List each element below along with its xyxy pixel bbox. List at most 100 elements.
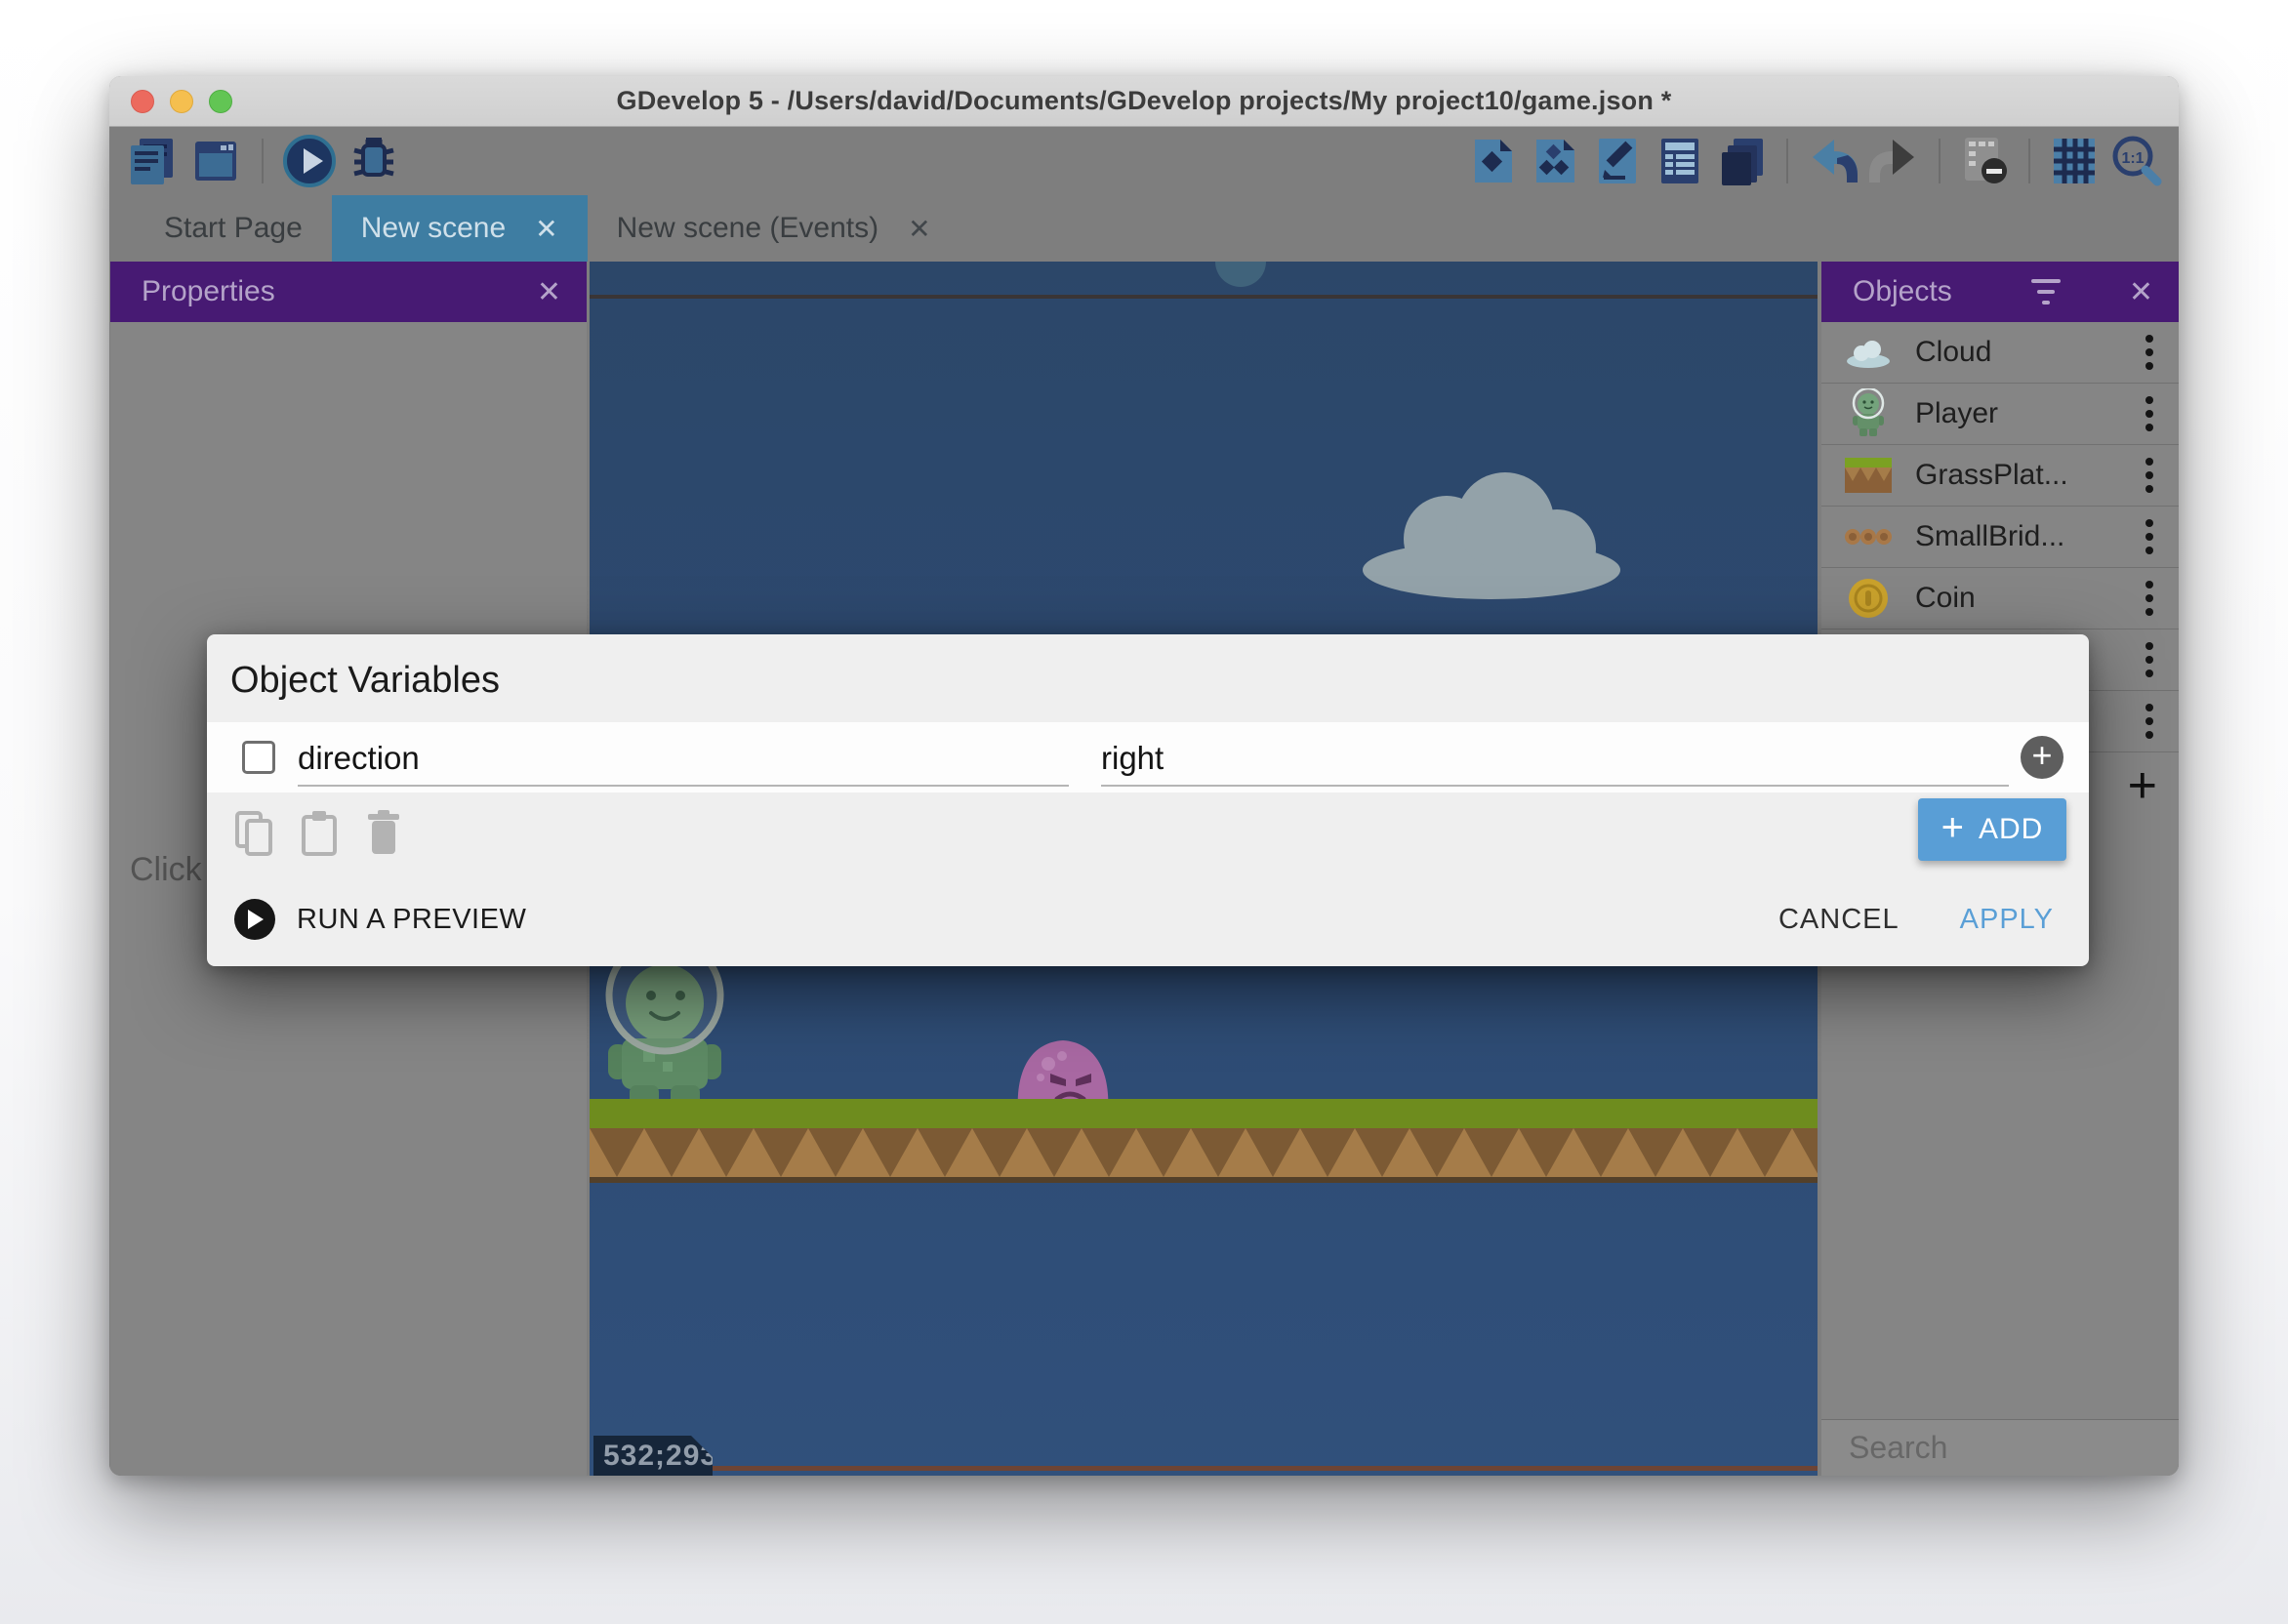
title-bar: GDevelop 5 - /Users/david/Documents/GDev… bbox=[109, 76, 2179, 127]
properties-header: Properties ✕ bbox=[110, 262, 587, 322]
object-menu-icon[interactable] bbox=[2142, 700, 2157, 743]
cursor-coordinates: 532;293 bbox=[593, 1436, 713, 1476]
cloud-object-icon bbox=[1821, 336, 1915, 369]
player-object-icon bbox=[1821, 388, 1915, 439]
scene-border-line bbox=[590, 295, 1818, 299]
toolbar-right-group: 1:1 bbox=[1464, 133, 2165, 189]
objects-title: Objects bbox=[1853, 275, 1952, 308]
small-bridge-object-icon bbox=[1821, 527, 1915, 547]
undo-icon bbox=[1805, 134, 1859, 188]
open-layers-button[interactable] bbox=[1714, 133, 1771, 189]
instances-list-icon bbox=[1654, 135, 1706, 187]
main-toolbar: 1:1 bbox=[109, 127, 2179, 195]
dialog-title: Object Variables bbox=[230, 660, 500, 702]
window-title: GDevelop 5 - /Users/david/Documents/GDev… bbox=[617, 86, 1672, 116]
run-preview-button[interactable]: RUN A PREVIEW bbox=[234, 899, 526, 940]
zoom-options-button[interactable]: 1:1 bbox=[2108, 133, 2165, 189]
dialog-actions: CANCEL APPLY bbox=[1778, 904, 2054, 936]
project-manager-icon bbox=[124, 134, 179, 188]
close-tab-icon[interactable]: ✕ bbox=[908, 213, 930, 245]
minimize-window-button[interactable] bbox=[170, 90, 193, 113]
object-group-icon bbox=[1529, 135, 1581, 187]
bubble-sprite bbox=[1215, 262, 1266, 287]
object-row-smallbridge[interactable]: SmallBrid... bbox=[1821, 507, 2179, 568]
filter-icon[interactable] bbox=[2031, 279, 2061, 304]
toolbar-separator bbox=[1786, 139, 1788, 183]
dialog-footer: RUN A PREVIEW CANCEL APPLY bbox=[207, 880, 2089, 966]
objects-header: Objects ✕ bbox=[1821, 262, 2179, 322]
variable-tools bbox=[232, 808, 406, 859]
object-menu-icon[interactable] bbox=[2142, 392, 2157, 435]
apply-button[interactable]: APPLY bbox=[1960, 904, 2054, 936]
variable-row: + bbox=[207, 722, 2089, 792]
variable-name-input[interactable] bbox=[298, 740, 1069, 787]
open-objects-editor-button[interactable] bbox=[1464, 133, 1521, 189]
toggle-mask-button[interactable] bbox=[1956, 133, 2013, 189]
coin-object-icon bbox=[1821, 577, 1915, 620]
object-icon bbox=[1466, 135, 1519, 187]
debug-button[interactable] bbox=[346, 133, 402, 189]
maximize-window-button[interactable] bbox=[209, 90, 232, 113]
tab-new-scene-events[interactable]: New scene (Events) ✕ bbox=[588, 195, 960, 262]
properties-title: Properties bbox=[142, 275, 275, 308]
scene-bottom-line bbox=[713, 1466, 1818, 1471]
copy-button[interactable] bbox=[232, 808, 277, 859]
close-properties-icon[interactable]: ✕ bbox=[537, 275, 561, 309]
start-page-button[interactable] bbox=[187, 133, 244, 189]
layers-icon bbox=[1716, 135, 1769, 187]
svg-text:1:1: 1:1 bbox=[2121, 150, 2144, 167]
variable-checkbox[interactable] bbox=[242, 741, 275, 774]
toggle-grid-button[interactable] bbox=[2046, 133, 2103, 189]
object-variables-dialog: Object Variables + bbox=[207, 634, 2089, 966]
close-objects-icon[interactable]: ✕ bbox=[2129, 275, 2153, 309]
redo-icon bbox=[1867, 134, 1922, 188]
object-row-player[interactable]: Player bbox=[1821, 384, 2179, 445]
add-variable-button[interactable]: + ADD bbox=[1918, 798, 2066, 861]
tab-start-page[interactable]: Start Page bbox=[135, 195, 332, 262]
object-menu-icon[interactable] bbox=[2142, 515, 2157, 558]
toolbar-left-group bbox=[123, 133, 402, 189]
redo-button[interactable] bbox=[1866, 133, 1923, 189]
tab-new-scene[interactable]: New scene ✕ bbox=[332, 195, 588, 262]
play-icon bbox=[234, 899, 275, 940]
object-row-grassplatform[interactable]: GrassPlat... bbox=[1821, 445, 2179, 507]
objects-search-input[interactable] bbox=[1849, 1430, 2179, 1466]
open-properties-button[interactable] bbox=[1589, 133, 1646, 189]
mask-icon bbox=[1957, 134, 2012, 188]
object-menu-icon[interactable] bbox=[2142, 638, 2157, 681]
paste-button[interactable] bbox=[297, 808, 342, 859]
play-icon bbox=[281, 133, 338, 189]
close-tab-icon[interactable]: ✕ bbox=[535, 213, 557, 245]
close-window-button[interactable] bbox=[131, 90, 154, 113]
trash-icon bbox=[364, 809, 403, 858]
edit-icon bbox=[1591, 135, 1644, 187]
tab-label: New scene bbox=[361, 212, 506, 245]
object-row-coin[interactable]: Coin bbox=[1821, 568, 2179, 629]
add-object-button[interactable]: + bbox=[2128, 760, 2157, 811]
delete-button[interactable] bbox=[361, 808, 406, 859]
toolbar-separator bbox=[2028, 139, 2030, 183]
toolbar-separator bbox=[1939, 139, 1941, 183]
objects-search-bar bbox=[1821, 1419, 2179, 1476]
variable-value-field bbox=[1101, 740, 2009, 787]
copy-icon bbox=[233, 809, 276, 858]
object-menu-icon[interactable] bbox=[2142, 331, 2157, 374]
undo-button[interactable] bbox=[1804, 133, 1860, 189]
variable-name-field bbox=[298, 740, 1069, 787]
object-menu-icon[interactable] bbox=[2142, 577, 2157, 620]
cloud-sprite bbox=[1357, 465, 1626, 601]
window-icon bbox=[188, 134, 243, 188]
variable-value-input[interactable] bbox=[1101, 740, 2009, 787]
object-row-cloud[interactable]: Cloud bbox=[1821, 322, 2179, 384]
open-instances-list-button[interactable] bbox=[1652, 133, 1708, 189]
object-menu-icon[interactable] bbox=[2142, 454, 2157, 497]
grid-icon bbox=[2048, 135, 2101, 187]
open-object-groups-button[interactable] bbox=[1527, 133, 1583, 189]
zoom-icon: 1:1 bbox=[2108, 133, 2165, 189]
cancel-button[interactable]: CANCEL bbox=[1778, 904, 1900, 936]
preview-button[interactable] bbox=[281, 133, 338, 189]
add-child-variable-button[interactable]: + bbox=[2021, 736, 2063, 779]
traffic-lights bbox=[131, 90, 232, 113]
paste-icon bbox=[298, 809, 341, 858]
project-manager-button[interactable] bbox=[123, 133, 180, 189]
